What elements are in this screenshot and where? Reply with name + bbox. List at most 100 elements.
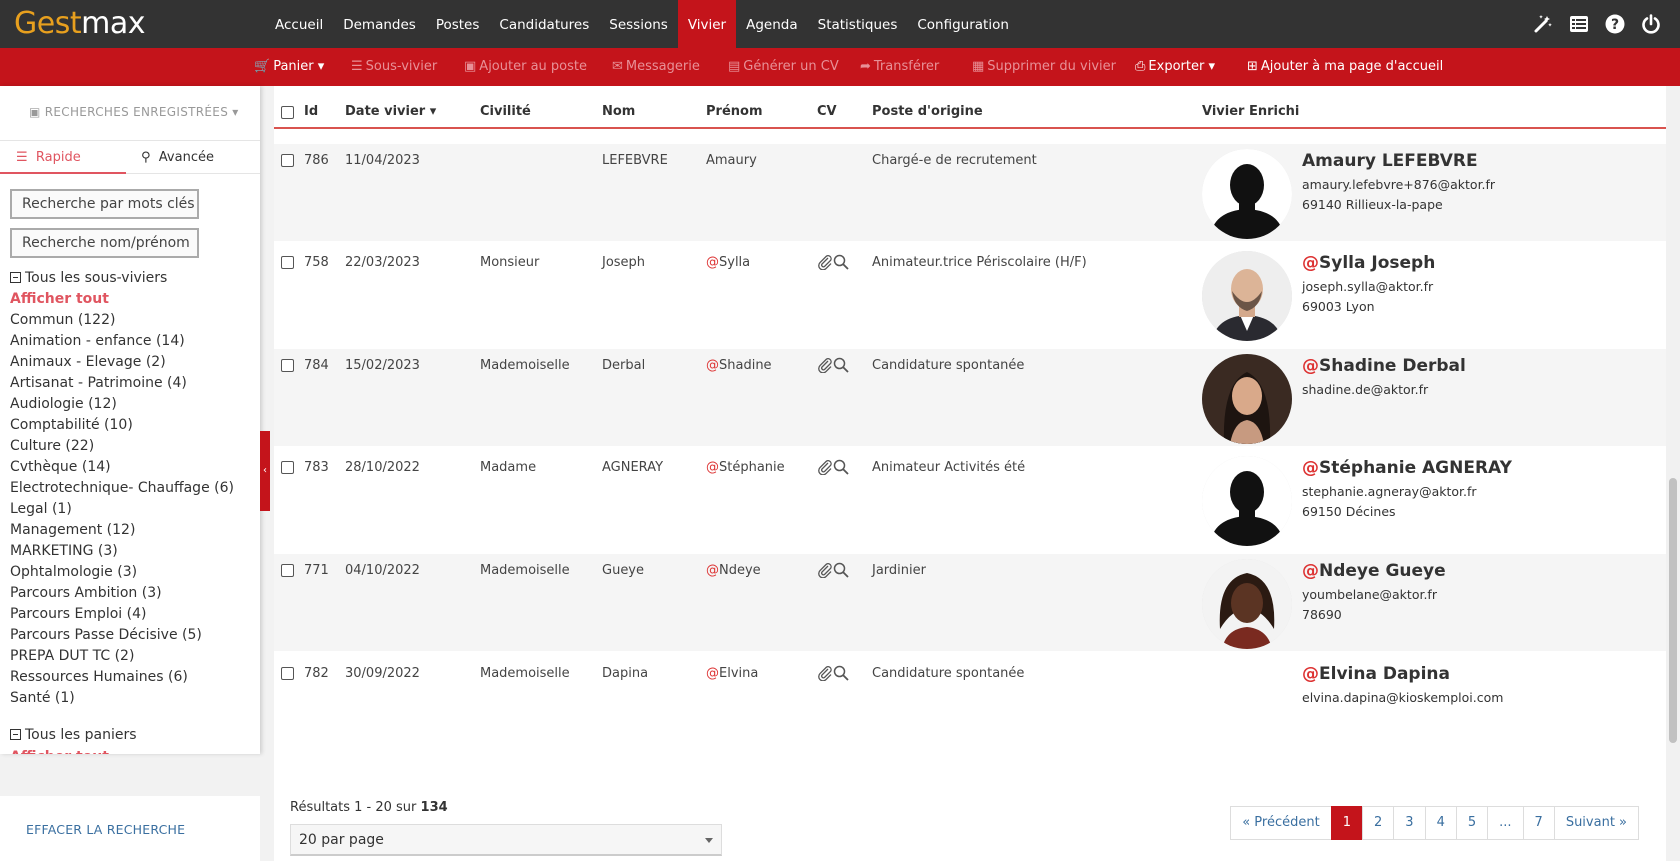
row-checkbox[interactable]: [281, 256, 294, 269]
nav-statistiques[interactable]: Statistiques: [808, 0, 908, 48]
show-all-link[interactable]: Afficher tout: [10, 291, 109, 307]
subpool-item[interactable]: Management (12): [10, 522, 135, 538]
row-checkbox[interactable]: [281, 154, 294, 167]
table-row[interactable]: 758 22/03/2023 Monsieur Joseph @Sylla Animate…: [274, 246, 1666, 343]
panier-button[interactable]: 🛒 Panier ▾: [254, 48, 324, 86]
nav-configuration[interactable]: Configuration: [907, 0, 1019, 48]
cell-prenom[interactable]: @Shadine: [706, 358, 772, 373]
subpool-item[interactable]: Legal (1): [10, 501, 72, 517]
ajouter-accueil-button[interactable]: ⊞ Ajouter à ma page d'accueil: [1247, 48, 1443, 86]
all-subpools-toggle[interactable]: Tous les sous-viviers: [10, 270, 167, 286]
per-page-select[interactable]: 20 par page: [290, 824, 722, 856]
page-link[interactable]: 1: [1330, 806, 1363, 840]
subpool-item[interactable]: Comptabilité (10): [10, 417, 133, 433]
tab-rapide[interactable]: ☰ Rapide: [0, 141, 126, 174]
list-icon[interactable]: [1568, 13, 1590, 35]
row-checkbox[interactable]: [281, 564, 294, 577]
page-link[interactable]: ...: [1487, 806, 1524, 840]
row-checkbox[interactable]: [281, 667, 294, 680]
table-row[interactable]: 784 15/02/2023 Mademoiselle Derbal @Shadine C…: [274, 349, 1666, 446]
cell-prenom[interactable]: @Ndeye: [706, 563, 761, 578]
scrollbar-thumb[interactable]: [1669, 478, 1677, 743]
nav-postes[interactable]: Postes: [426, 0, 490, 48]
cell-prenom[interactable]: Amaury: [706, 153, 757, 168]
enrichi-name[interactable]: @Elvina Dapina: [1302, 664, 1450, 684]
page-link[interactable]: 2: [1362, 806, 1395, 840]
row-checkbox[interactable]: [281, 461, 294, 474]
exporter-button[interactable]: ⎙ Exporter ▾: [1135, 48, 1215, 86]
paperclip-icon[interactable]: [817, 460, 833, 479]
enrichi-name[interactable]: @Shadine Derbal: [1302, 356, 1466, 376]
header-date[interactable]: Date vivier ▾: [345, 96, 436, 128]
clear-search-link[interactable]: EFFACER LA RECHERCHE: [26, 822, 185, 837]
search-icon[interactable]: [833, 254, 849, 274]
page-link[interactable]: 5: [1455, 806, 1489, 840]
nav-agenda[interactable]: Agenda: [736, 0, 808, 48]
page-link[interactable]: « Précédent: [1230, 806, 1332, 840]
all-baskets-toggle[interactable]: Tous les paniers: [10, 727, 137, 743]
keyword-search-input[interactable]: Recherche par mots clés: [10, 189, 199, 219]
cell-prenom[interactable]: @Sylla: [706, 255, 750, 270]
page-link[interactable]: 3: [1393, 806, 1426, 840]
paperclip-icon[interactable]: [817, 563, 833, 582]
subpool-item[interactable]: Ophtalmologie (3): [10, 564, 137, 580]
subpool-item[interactable]: Commun (122): [10, 312, 115, 328]
header-poste[interactable]: Poste d'origine: [872, 96, 983, 128]
enrichi-name[interactable]: Amaury LEFEBVRE: [1302, 151, 1478, 171]
table-row[interactable]: 786 11/04/2023 LEFEBVRE Amaury Chargé-e de r…: [274, 144, 1666, 241]
magic-wand-icon[interactable]: [1532, 13, 1554, 35]
page-scrollbar[interactable]: [1666, 86, 1680, 861]
subpool-item[interactable]: Culture (22): [10, 438, 94, 454]
saved-searches-dropdown[interactable]: ▣ RECHERCHES ENREGISTRÉES ▾: [29, 105, 239, 119]
subpool-item[interactable]: Parcours Passe Décisive (5): [10, 627, 202, 643]
subpool-item[interactable]: Ressources Humaines (6): [10, 669, 188, 685]
app-logo[interactable]: Gestmax: [14, 6, 145, 41]
subpool-item[interactable]: Animation - enfance (14): [10, 333, 185, 349]
cell-prenom[interactable]: @Stéphanie: [706, 460, 785, 475]
nav-candidatures[interactable]: Candidatures: [489, 0, 599, 48]
table-row[interactable]: 783 28/10/2022 Madame AGNERAY @Stéphanie Anim…: [274, 451, 1666, 548]
enrichi-name[interactable]: @Ndeye Gueye: [1302, 561, 1446, 581]
header-enrichi[interactable]: Vivier Enrichi: [1202, 96, 1299, 128]
transferer-button[interactable]: ➦ Transférer: [860, 48, 939, 86]
power-icon[interactable]: [1640, 13, 1662, 35]
help-icon[interactable]: ?: [1604, 13, 1626, 35]
subpool-item[interactable]: MARKETING (3): [10, 543, 118, 559]
table-row[interactable]: 771 04/10/2022 Mademoiselle Gueye @Ndeye Jard…: [274, 554, 1666, 651]
paperclip-icon[interactable]: [817, 255, 833, 274]
row-checkbox[interactable]: [281, 359, 294, 372]
tab-avancee[interactable]: ⚲ Avancée: [141, 141, 214, 174]
table-row[interactable]: 782 30/09/2022 Mademoiselle Dapina @Elvina Ca…: [274, 657, 1666, 752]
paperclip-icon[interactable]: [817, 358, 833, 377]
header-civilite[interactable]: Civilité: [480, 96, 531, 128]
supprimer-button[interactable]: ▦ Supprimer du vivier: [972, 48, 1116, 86]
header-prenom[interactable]: Prénom: [706, 96, 763, 128]
enrichi-name[interactable]: @Sylla Joseph: [1302, 253, 1435, 273]
sidebar-collapse-handle[interactable]: ‹: [260, 431, 270, 511]
subpool-item[interactable]: Parcours Ambition (3): [10, 585, 162, 601]
subpool-item[interactable]: Parcours Emploi (4): [10, 606, 146, 622]
show-all-baskets-link[interactable]: Afficher tout: [10, 749, 109, 754]
nav-accueil[interactable]: Accueil: [265, 0, 333, 48]
subpool-item[interactable]: Artisanat - Patrimoine (4): [10, 375, 187, 391]
header-nom[interactable]: Nom: [602, 96, 635, 128]
header-cv[interactable]: CV: [817, 96, 837, 128]
nav-sessions[interactable]: Sessions: [599, 0, 678, 48]
messagerie-button[interactable]: ✉ Messagerie: [612, 48, 700, 86]
subpool-item[interactable]: Santé (1): [10, 690, 75, 706]
search-icon[interactable]: [833, 357, 849, 377]
subpool-item[interactable]: Electrotechnique- Chauffage (6): [10, 480, 234, 496]
generer-cv-button[interactable]: ▤ Générer un CV: [728, 48, 839, 86]
search-icon[interactable]: [833, 562, 849, 582]
search-icon[interactable]: [833, 665, 849, 685]
nav-demandes[interactable]: Demandes: [333, 0, 426, 48]
select-all-checkbox[interactable]: [281, 106, 294, 119]
nav-vivier[interactable]: Vivier: [677, 0, 737, 48]
subpool-item[interactable]: Animaux - Elevage (2): [10, 354, 166, 370]
subpool-item[interactable]: Cvthèque (14): [10, 459, 111, 475]
page-link[interactable]: 7: [1522, 806, 1555, 840]
page-link[interactable]: 4: [1424, 806, 1457, 840]
name-search-input[interactable]: Recherche nom/prénom: [10, 228, 199, 258]
subpool-item[interactable]: Audiologie (12): [10, 396, 117, 412]
sous-vivier-button[interactable]: ☰ Sous-vivier: [351, 48, 437, 86]
